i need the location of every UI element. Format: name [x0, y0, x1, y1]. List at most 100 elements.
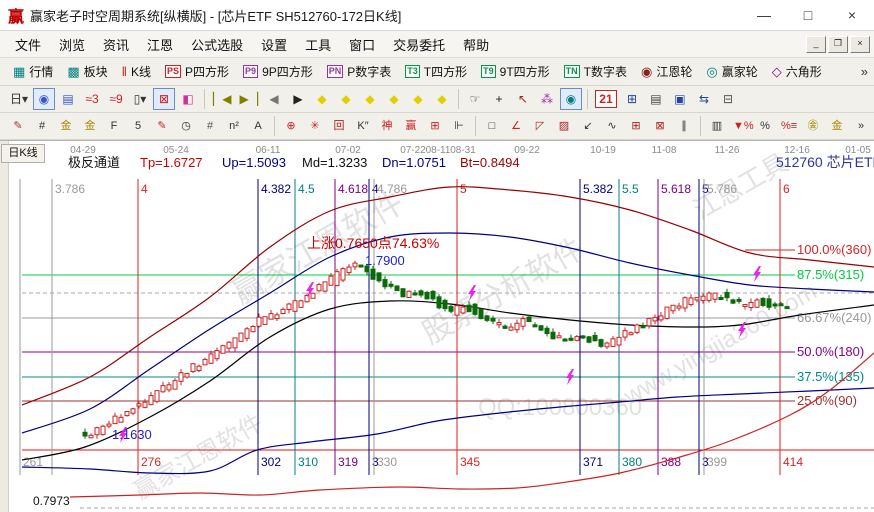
menu-item-7[interactable]: 窗口: [340, 32, 384, 57]
fan-box-icon[interactable]: ◸: [529, 115, 551, 137]
gann-compass-icon[interactable]: ⊕: [280, 115, 302, 137]
crosshair-tool-icon[interactable]: +: [488, 88, 510, 110]
menu-item-1[interactable]: 浏览: [50, 32, 94, 57]
menu-item-0[interactable]: 文件: [6, 32, 50, 57]
maximize-button[interactable]: □: [786, 7, 830, 23]
grid-paper-icon[interactable]: ⊞: [625, 115, 647, 137]
square-spiral-icon[interactable]: 回: [328, 115, 350, 137]
percent-icon[interactable]: %: [754, 115, 776, 137]
grid-tool-icon[interactable]: #: [31, 115, 53, 137]
svg-text:3.786: 3.786: [55, 182, 85, 196]
diamond-cross-icon[interactable]: ◆: [407, 88, 429, 110]
nav-first-icon[interactable]: ▏◀: [210, 88, 234, 110]
diamond-expand-icon[interactable]: ◆: [431, 88, 453, 110]
a-angle-icon[interactable]: A: [247, 115, 269, 137]
measure-icon[interactable]: ⊩: [448, 115, 470, 137]
overflow-more-icon[interactable]: »: [850, 115, 872, 137]
ray-box-icon[interactable]: ▨: [553, 115, 575, 137]
notebook-icon[interactable]: ▤: [645, 88, 667, 110]
gold-lines-icon[interactable]: 金: [826, 115, 848, 137]
mdi-minimize-button[interactable]: _: [806, 36, 826, 53]
period-tab-daily[interactable]: 日K线: [1, 144, 45, 163]
gann-shape-icon[interactable]: ◉: [560, 88, 582, 110]
k-lines-icon[interactable]: K″: [352, 115, 374, 137]
gann-wheel-icon[interactable]: ✳: [304, 115, 326, 137]
five-grid-icon[interactable]: 5: [127, 115, 149, 137]
box-tool-icon[interactable]: □: [481, 115, 503, 137]
toolbar-button-sectors[interactable]: ▩板块: [60, 61, 114, 82]
arrow-line-icon[interactable]: ↙: [577, 115, 599, 137]
percent-lines-icon[interactable]: %≡: [778, 115, 800, 137]
pattern-wave-icon[interactable]: ◉: [33, 88, 55, 110]
red-pen-icon[interactable]: ✎: [151, 115, 173, 137]
svg-text:Tp=1.6727: Tp=1.6727: [140, 155, 203, 170]
computer-icon[interactable]: ⊟: [717, 88, 739, 110]
pen-tool-icon[interactable]: ✎: [7, 115, 29, 137]
export-icon[interactable]: ⇆: [693, 88, 715, 110]
toolbar-button-9p-square[interactable]: P99P四方形: [236, 61, 320, 82]
toolbar-button-p-number-table[interactable]: PNP数字表: [320, 61, 399, 82]
parallel-lines-icon[interactable]: ∥: [673, 115, 695, 137]
minimize-button[interactable]: —: [742, 7, 786, 23]
menu-item-9[interactable]: 帮助: [454, 32, 498, 57]
diamond-shrink-icon[interactable]: ◆: [383, 88, 405, 110]
toolbar-label: P数字表: [347, 63, 391, 80]
ruler-icon[interactable]: ⊞: [424, 115, 446, 137]
candle-type-dropdown[interactable]: ▯▾: [129, 88, 151, 110]
toolbar-button-p-square[interactable]: PSP四方形: [158, 61, 236, 82]
color-histogram-icon[interactable]: ◧: [177, 88, 199, 110]
diamond-prev-icon[interactable]: ◆: [311, 88, 333, 110]
nav-last-icon[interactable]: ▶▕: [237, 88, 261, 110]
mdi-close-button[interactable]: ×: [850, 36, 870, 53]
n2-icon[interactable]: n²: [223, 115, 245, 137]
chart-area[interactable]: 日K线 赢家江恩软件股票分析软件江恩工具www.yingjia360.comQQ…: [0, 140, 874, 512]
pointer-label-icon[interactable]: ↖: [512, 88, 534, 110]
wave-9-icon[interactable]: ≈9: [105, 88, 127, 110]
menu-item-8[interactable]: 交易委托: [384, 32, 454, 57]
toolbar-button-t-square[interactable]: T3T四方形: [398, 61, 474, 82]
kline-style-dropdown[interactable]: 日▾: [7, 88, 31, 110]
calculator-icon[interactable]: ⊞: [621, 88, 643, 110]
menu-item-6[interactable]: 工具: [296, 32, 340, 57]
nav-next-icon[interactable]: ▶: [287, 88, 309, 110]
note-list-icon[interactable]: ▤: [57, 88, 79, 110]
diamond-next-icon[interactable]: ◆: [335, 88, 357, 110]
shen-grid-icon[interactable]: 神: [376, 115, 398, 137]
diamond-hspan-icon[interactable]: ◆: [359, 88, 381, 110]
fan-lines-icon[interactable]: ∠: [505, 115, 527, 137]
bar-compare-icon[interactable]: ▥: [706, 115, 728, 137]
toolbar-button-t-number-table[interactable]: TNT数字表: [557, 61, 634, 82]
f-grid-icon[interactable]: F: [103, 115, 125, 137]
menu-item-4[interactable]: 公式选股: [182, 32, 252, 57]
ying-grid-icon[interactable]: 赢: [400, 115, 422, 137]
gold-circle-icon[interactable]: ㊎: [802, 115, 824, 137]
calendar-icon[interactable]: 21: [595, 90, 617, 108]
close-button[interactable]: ×: [830, 7, 874, 23]
menu-item-5[interactable]: 设置: [252, 32, 296, 57]
toolbar-overflow-icon[interactable]: »: [861, 64, 868, 79]
toolbar-button-quotes[interactable]: ▦行情: [6, 61, 60, 82]
menu-item-3[interactable]: 江恩: [138, 32, 182, 57]
gold-grid2-icon[interactable]: 金: [79, 115, 101, 137]
time-circle-icon[interactable]: ◷: [175, 115, 197, 137]
nav-prev-icon[interactable]: ◀: [263, 88, 285, 110]
menu-item-2[interactable]: 资讯: [94, 32, 138, 57]
toolbar-button-gann-wheel[interactable]: ◉江恩轮: [634, 61, 699, 82]
toolbar-button-hexagon[interactable]: ◇六角形: [765, 61, 829, 82]
dense-grid-icon[interactable]: #: [199, 115, 221, 137]
gold-grid-icon[interactable]: 金: [55, 115, 77, 137]
save-icon[interactable]: ▣: [669, 88, 691, 110]
toolbar-button-winner-wheel[interactable]: ◎赢家轮: [699, 61, 764, 82]
zigzag-icon[interactable]: ∿: [601, 115, 623, 137]
knot-tool-icon[interactable]: ⁂: [536, 88, 558, 110]
percent-retrace-icon[interactable]: ▼%: [730, 115, 752, 137]
grid-chart-icon[interactable]: ⊠: [649, 115, 671, 137]
wave-3-icon[interactable]: ≈3: [81, 88, 103, 110]
hand-tool-icon[interactable]: ☞: [464, 88, 486, 110]
toolbar-button-kline[interactable]: ‖K线: [115, 61, 158, 82]
mdi-restore-button[interactable]: ❐: [828, 36, 848, 53]
highlight-tool-icon[interactable]: ⊠: [153, 88, 175, 110]
toolbar-button-9t-square[interactable]: T99T四方形: [474, 61, 557, 82]
toolbar-label: 赢家轮: [722, 63, 758, 80]
kline-chart-canvas[interactable]: 赢家江恩软件股票分析软件江恩工具www.yingjia360.comQQ:100…: [0, 141, 874, 512]
